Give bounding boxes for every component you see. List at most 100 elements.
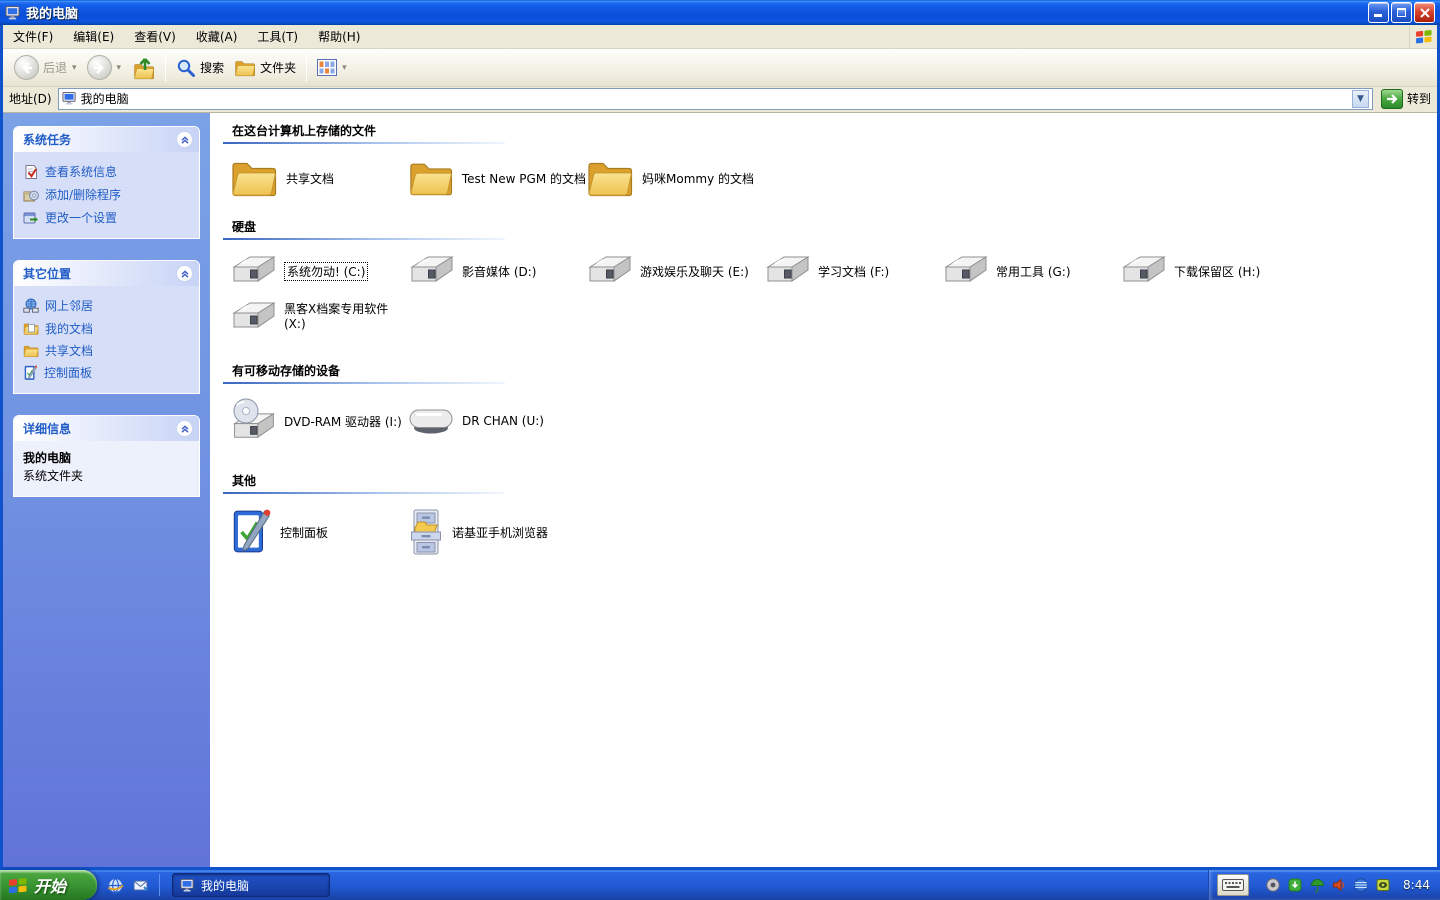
audio-manager-icon[interactable] — [1265, 877, 1281, 893]
section-title-removable: 有可移动存储的设备 — [232, 364, 341, 378]
other-places-header[interactable]: 其它位置 — [14, 261, 199, 286]
details-header[interactable]: 详细信息 — [14, 416, 199, 441]
menu-favorites[interactable]: 收藏(A) — [186, 25, 248, 48]
tile-label: 黑客X档案专用软件 (X:) — [284, 302, 389, 331]
views-button[interactable]: ▾ — [312, 56, 352, 79]
drive-tile-c[interactable]: 系统勿动! (C:) — [230, 254, 408, 288]
hard-drive-icon — [408, 254, 454, 288]
views-icon — [317, 59, 338, 76]
tile-label: 系统勿动! (C:) — [284, 261, 369, 281]
address-label: 地址(D) — [9, 92, 52, 106]
folder-tile-test-new-pgm[interactable]: Test New PGM 的文档 — [408, 158, 586, 198]
address-bar: 地址(D) 我的电脑 ▼ 转到 — [3, 87, 1437, 113]
other-places-panel: 其它位置 网上邻居 我的文档 共享文档 控制面板 — [13, 260, 200, 394]
back-dropdown-icon: ▾ — [72, 62, 77, 73]
download-manager-icon[interactable] — [1287, 877, 1303, 893]
up-button[interactable] — [126, 53, 160, 83]
drive-tile-h[interactable]: 下载保留区 (H:) — [1120, 254, 1298, 288]
volume-icon[interactable] — [1331, 877, 1347, 893]
windows-logo-icon — [1409, 25, 1437, 48]
restore-button[interactable] — [1391, 2, 1412, 23]
drive-tile-g[interactable]: 常用工具 (G:) — [942, 254, 1120, 288]
tile-label: Test New PGM 的文档 — [461, 171, 586, 186]
back-button[interactable]: 后退 ▾ — [9, 52, 82, 83]
menu-file[interactable]: 文件(F) — [3, 25, 63, 48]
folders-button[interactable]: 文件夹 — [229, 56, 301, 80]
sidebar-item-label: 更改一个设置 — [45, 211, 118, 225]
hard-drive-icon — [1120, 254, 1166, 288]
other-tile-control-panel[interactable]: 控制面板 — [230, 508, 408, 556]
drive-tile-dr-chan[interactable]: DR CHAN (U:) — [408, 398, 586, 444]
address-input[interactable]: 我的电脑 ▼ — [57, 87, 1373, 110]
menu-view[interactable]: 查看(V) — [124, 25, 186, 48]
taskbar-clock: 8:44 — [1403, 878, 1430, 892]
task-button-label: 我的电脑 — [201, 878, 250, 893]
forward-icon — [86, 55, 112, 80]
minimize-button[interactable] — [1368, 2, 1389, 23]
folder-tile-mommy-documents[interactable]: 妈咪Mommy 的文档 — [586, 158, 764, 198]
drive-tile-e[interactable]: 游戏娱乐及聊天 (E:) — [586, 254, 764, 288]
windows-flag-icon — [8, 877, 28, 894]
section-divider — [223, 382, 505, 384]
tile-label: 共享文档 — [286, 171, 335, 186]
views-dropdown-icon: ▾ — [342, 62, 347, 73]
sidebar-item-label: 我的文档 — [45, 322, 94, 336]
go-button[interactable] — [1380, 88, 1403, 109]
title-bar: 我的电脑 — [0, 0, 1440, 25]
toolbar: 后退 ▾ ▾ 搜索 文件夹 ▾ — [3, 49, 1437, 87]
taskbar-task-my-computer[interactable]: 我的电脑 — [172, 873, 330, 897]
sidebar-item-control-panel[interactable]: 控制面板 — [23, 365, 195, 381]
forward-dropdown-icon: ▾ — [116, 62, 122, 73]
section-divider — [223, 142, 505, 144]
drive-tile-dvd-ram[interactable]: DVD-RAM 驱动器 (I:) — [230, 398, 408, 444]
drive-tile-f[interactable]: 学习文档 (F:) — [764, 254, 942, 288]
collapse-chevron-icon[interactable] — [176, 265, 193, 282]
my-documents-icon — [23, 321, 39, 337]
sidebar-item-add-remove-programs[interactable]: 添加/删除程序 — [23, 187, 195, 203]
drive-tile-x[interactable]: 黑客X档案专用软件 (X:) — [230, 300, 408, 334]
sidebar-item-my-documents[interactable]: 我的文档 — [23, 321, 195, 337]
panel-title: 详细信息 — [23, 422, 72, 436]
tile-label: DR CHAN (U:) — [462, 414, 544, 428]
taskbar: 开始 我的电脑 8:44 — [0, 870, 1440, 900]
folder-tile-shared-documents[interactable]: 共享文档 — [230, 158, 408, 198]
internet-explorer-icon[interactable] — [107, 877, 124, 894]
nvidia-settings-icon[interactable] — [1375, 877, 1391, 893]
input-method-keyboard-icon[interactable] — [1217, 874, 1250, 896]
section-divider — [223, 238, 505, 240]
collapse-chevron-icon[interactable] — [176, 420, 193, 437]
sidebar-item-network-places[interactable]: 网上邻居 — [23, 298, 195, 314]
address-dropdown-button[interactable]: ▼ — [1351, 89, 1369, 108]
system-tasks-header[interactable]: 系统任务 — [14, 127, 199, 152]
section-title-other: 其他 — [232, 474, 257, 488]
back-label: 后退 — [43, 61, 68, 75]
menu-edit[interactable]: 编辑(E) — [63, 25, 124, 48]
forward-button[interactable]: ▾ — [82, 52, 127, 83]
tile-label: 影音媒体 (D:) — [462, 264, 537, 279]
drive-tile-d[interactable]: 影音媒体 (D:) — [408, 254, 586, 288]
start-button[interactable]: 开始 — [0, 870, 97, 900]
back-icon — [14, 55, 39, 80]
go-label: 转到 — [1406, 92, 1431, 106]
sidebar-item-shared-documents[interactable]: 共享文档 — [23, 344, 195, 358]
menu-tools[interactable]: 工具(T) — [247, 25, 308, 48]
sidebar-item-view-system-info[interactable]: 查看系统信息 — [23, 164, 195, 180]
change-setting-icon — [23, 210, 39, 226]
outlook-express-icon[interactable] — [132, 877, 149, 894]
antivirus-umbrella-icon[interactable] — [1309, 877, 1325, 893]
menu-help[interactable]: 帮助(H) — [308, 25, 370, 48]
other-tile-nokia-phone-browser[interactable]: 诺基亚手机浏览器 — [408, 508, 586, 556]
tile-label: 学习文档 (F:) — [818, 264, 890, 279]
network-globe-icon[interactable] — [1353, 877, 1369, 893]
control-panel-icon — [232, 508, 272, 554]
search-button[interactable]: 搜索 — [171, 55, 229, 81]
close-button[interactable] — [1414, 2, 1435, 23]
section-title-drives: 硬盘 — [232, 220, 257, 234]
folder-icon — [586, 158, 634, 198]
collapse-chevron-icon[interactable] — [176, 131, 193, 148]
sidebar-item-label: 查看系统信息 — [45, 165, 118, 179]
network-places-icon — [23, 298, 39, 314]
my-computer-icon — [180, 878, 194, 892]
sidebar-item-change-setting[interactable]: 更改一个设置 — [23, 210, 195, 226]
window-title: 我的电脑 — [26, 7, 79, 22]
